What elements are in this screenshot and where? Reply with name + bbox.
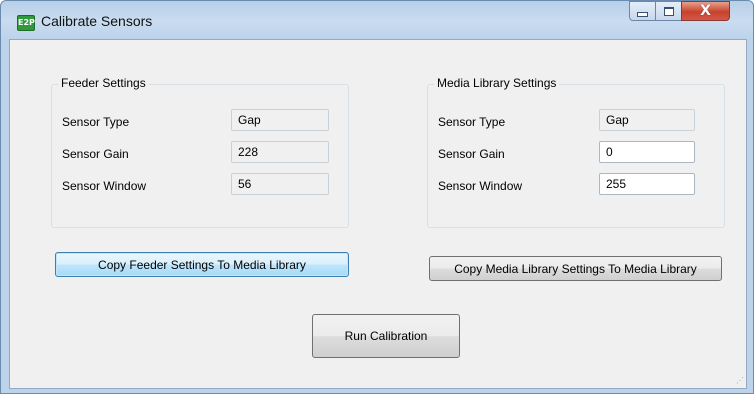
media-sensor-window-input[interactable]: 255 (599, 173, 695, 195)
media-sensor-window-label: Sensor Window (438, 179, 523, 193)
client-area: Feeder Settings Sensor Type Gap Sensor G… (9, 39, 747, 389)
maximize-button[interactable] (655, 1, 682, 21)
close-icon: X (700, 3, 711, 19)
feeder-sensor-gain-field: 228 (231, 141, 329, 163)
media-sensor-gain-label: Sensor Gain (438, 147, 505, 161)
minimize-icon (637, 11, 648, 17)
feeder-settings-title: Feeder Settings (58, 76, 149, 90)
feeder-sensor-type-label: Sensor Type (62, 115, 130, 129)
feeder-sensor-type-field: Gap (231, 109, 329, 131)
window-title: Calibrate Sensors (41, 13, 153, 29)
close-button[interactable]: X (681, 1, 730, 21)
feeder-sensor-gain-label: Sensor Gain (62, 147, 129, 161)
resize-grip-icon[interactable]: ⋰ (736, 376, 744, 385)
feeder-sensor-window-field: 56 (231, 173, 329, 195)
copy-feeder-settings-button[interactable]: Copy Feeder Settings To Media Library (55, 252, 349, 277)
feeder-settings-group: Feeder Settings Sensor Type Gap Sensor G… (51, 76, 349, 228)
maximize-icon (663, 6, 674, 16)
copy-media-library-settings-button[interactable]: Copy Media Library Settings To Media Lib… (429, 256, 722, 281)
media-sensor-type-label: Sensor Type (438, 115, 506, 129)
run-calibration-button[interactable]: Run Calibration (312, 314, 460, 358)
media-sensor-gain-input[interactable]: 0 (599, 141, 695, 163)
calibrate-sensors-window: E2P Calibrate Sensors X Feeder Settings … (0, 0, 754, 394)
media-library-settings-title: Media Library Settings (434, 76, 560, 90)
media-sensor-type-field: Gap (599, 109, 695, 131)
app-icon: E2P (17, 15, 35, 31)
feeder-sensor-window-label: Sensor Window (62, 179, 147, 193)
media-library-settings-group: Media Library Settings Sensor Type Gap S… (427, 76, 725, 228)
minimize-button[interactable] (629, 1, 656, 21)
